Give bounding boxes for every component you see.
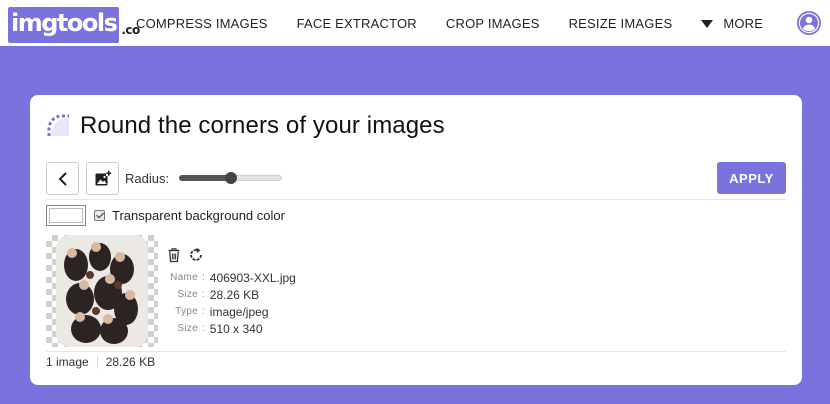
meta-key: Size (177, 289, 198, 300)
title-row: Round the corners of your images (46, 109, 445, 143)
toolbar: Radius: APPLY (46, 162, 786, 195)
image-count: 1 image (46, 355, 89, 369)
total-size: 28.26 KB (105, 355, 156, 369)
site-logo[interactable]: imgtools .co (8, 5, 140, 43)
summary-footer: 1 image 28.26 KB (46, 355, 155, 369)
transparent-background-label[interactable]: Transparent background color (112, 208, 285, 223)
meta-key: Name (170, 272, 198, 283)
file-type-value: image/jpeg (209, 304, 269, 319)
radius-slider-thumb[interactable] (225, 172, 237, 184)
apply-button[interactable]: APPLY (717, 162, 786, 194)
nav-item-compress-images[interactable]: COMPRESS IMAGES (136, 16, 268, 31)
nav-menu: COMPRESS IMAGES FACE EXTRACTOR CROP IMAG… (136, 0, 792, 46)
group-photo-image (56, 235, 148, 347)
file-actions (166, 247, 210, 263)
nav-item-face-extractor[interactable]: FACE EXTRACTOR (297, 16, 417, 31)
file-size-value: 28.26 KB (209, 287, 260, 302)
file-dimensions-value: 510 x 340 (209, 321, 263, 336)
meta-row-dimensions: Size : 510 x 340 (164, 320, 296, 337)
chevron-left-icon (58, 172, 66, 185)
image-thumbnail[interactable] (46, 235, 158, 347)
page-title: Round the corners of your images (80, 112, 445, 139)
nav-item-crop-images[interactable]: CROP IMAGES (446, 16, 540, 31)
divider (46, 351, 786, 352)
radius-slider[interactable] (179, 172, 282, 184)
add-image-button[interactable] (86, 162, 119, 195)
swatch-color (49, 208, 83, 223)
add-image-icon (95, 170, 111, 185)
top-nav: imgtools .co COMPRESS IMAGES FACE EXTRAC… (0, 0, 830, 46)
nav-item-resize-images[interactable]: RESIZE IMAGES (569, 16, 673, 31)
trash-icon[interactable] (166, 247, 182, 263)
file-metadata: Name : 406903-XXL.jpg Size : 28.26 KB Ty… (164, 269, 296, 337)
logo-main-text: imgtools (8, 7, 120, 43)
tool-card: Round the corners of your images Radius:… (30, 95, 802, 385)
meta-row-size: Size : 28.26 KB (164, 286, 296, 303)
meta-row-type: Type : image/jpeg (164, 303, 296, 320)
radius-slider-fill (179, 175, 231, 181)
rounded-corner-icon (47, 114, 69, 136)
meta-separator: : (202, 306, 205, 317)
meta-separator: : (202, 289, 205, 300)
user-circle-icon[interactable] (797, 11, 821, 35)
nav-item-more[interactable]: MORE (701, 16, 763, 31)
radius-label: Radius: (125, 171, 170, 186)
background-color-row: Transparent background color (46, 205, 285, 226)
divider (46, 199, 786, 200)
caret-down-icon (701, 19, 714, 28)
file-name-value: 406903-XXL.jpg (209, 270, 296, 285)
background-color-swatch[interactable] (46, 205, 86, 226)
footer-separator (96, 355, 98, 369)
meta-separator: : (202, 272, 205, 283)
rotate-icon[interactable] (188, 247, 204, 263)
nav-more-label: MORE (723, 15, 764, 31)
meta-key: Size (177, 323, 198, 334)
meta-row-name: Name : 406903-XXL.jpg (164, 269, 296, 286)
meta-key: Type (175, 306, 198, 317)
group-photo-illustration (56, 235, 148, 347)
meta-separator: : (202, 323, 205, 334)
transparent-background-checkbox[interactable] (94, 210, 105, 221)
back-button[interactable] (46, 162, 79, 195)
